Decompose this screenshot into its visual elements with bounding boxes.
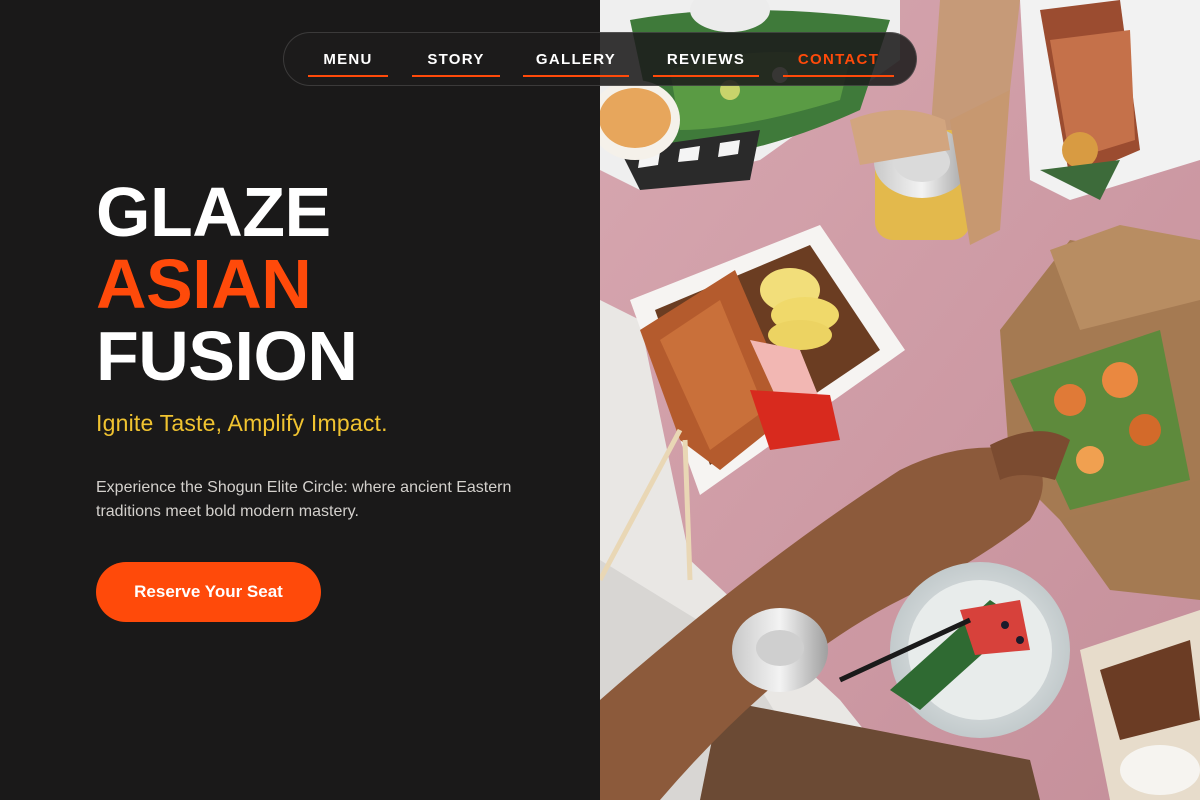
hero-left-panel: GLAZE ASIAN FUSION Ignite Taste, Amplify… [0, 0, 600, 800]
hero-tagline: Ignite Taste, Amplify Impact. [96, 410, 388, 436]
nav-item-story[interactable]: STORY [412, 32, 500, 86]
hero-food-photo: ozaritmons [600, 0, 1200, 800]
nav-item-menu[interactable]: MENU [308, 32, 388, 86]
page: GLAZE ASIAN FUSION Ignite Taste, Amplify… [0, 0, 1200, 800]
title-line-2: ASIAN [96, 245, 312, 323]
hero-title: GLAZE ASIAN FUSION [96, 173, 358, 395]
nav-item-gallery[interactable]: GALLERY [523, 32, 629, 86]
title-line-1: GLAZE [96, 173, 331, 251]
title-line-3: FUSION [96, 317, 358, 395]
hero-description: Experience the Shogun Elite Circle: wher… [96, 479, 512, 520]
top-navigation: MENU STORY GALLERY REVIEWS CONTACT [283, 32, 917, 86]
reserve-seat-button[interactable]: Reserve Your Seat [96, 562, 321, 622]
food-table-illustration [600, 0, 1200, 800]
nav-item-reviews[interactable]: REVIEWS [653, 32, 759, 86]
nav-item-contact[interactable]: CONTACT [783, 32, 894, 86]
